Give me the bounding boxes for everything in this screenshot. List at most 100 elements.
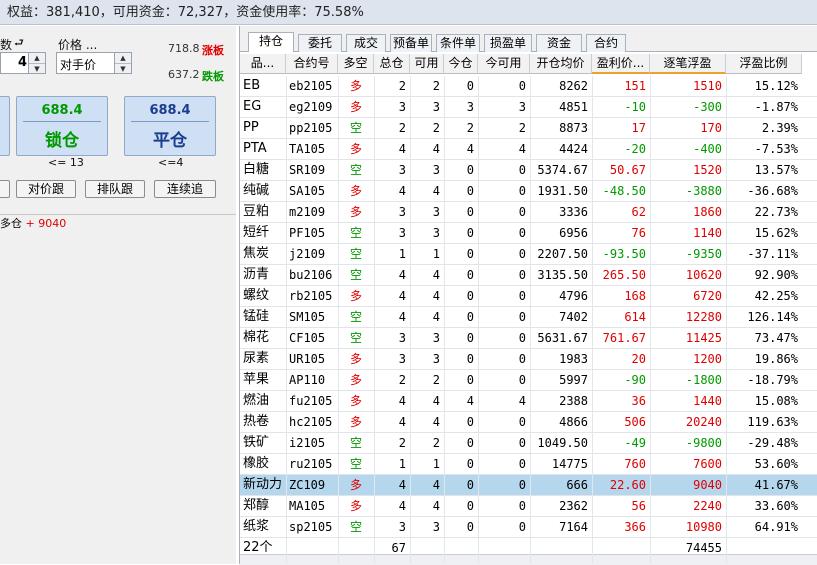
cell-contract: m2109 (289, 205, 326, 219)
table-row[interactable]: 橡胶 ru2105 空 1 1 0 0 14775 760 7600 53.60% (240, 454, 817, 475)
column-header-today[interactable]: 今仓 (444, 54, 478, 74)
table-row[interactable]: 尿素 UR105 多 3 3 0 0 1983 20 1200 19.86% (240, 349, 817, 370)
table-row[interactable]: 沥青 bu2106 空 4 4 0 0 3135.50 265.50 10620 92.90% (240, 265, 817, 286)
cell-dir: 多 (349, 373, 362, 387)
cell-today_avail: 0 (518, 415, 526, 429)
horizontal-scrollbar[interactable] (240, 554, 817, 565)
spin-down-icon[interactable]: ▼ (29, 64, 45, 74)
spin-up-icon[interactable]: ▲ (115, 53, 131, 64)
table-row[interactable]: 热卷 hc2105 多 4 4 0 0 4866 506 20240 119.63% (240, 412, 817, 433)
column-header-avg[interactable]: 开仓均价 (530, 54, 592, 74)
cell-today: 0 (466, 520, 474, 534)
cell-contract: PF105 (289, 226, 326, 240)
column-header-pnl[interactable]: 逐笔浮盈 (650, 54, 726, 74)
column-header-pp[interactable]: 盈利价... (592, 54, 650, 74)
cell-avail: 2 (432, 121, 440, 135)
column-header-today_avail[interactable]: 今可用 (478, 54, 530, 74)
cell-dir: 多 (349, 289, 362, 303)
cell-avail: 1 (432, 247, 440, 261)
table-row[interactable]: 纯碱 SA105 多 4 4 0 0 1931.50 -48.50 -3880 -36.68% (240, 181, 817, 202)
table-row[interactable]: 白糖 SR109 空 3 3 0 0 5374.67 50.67 1520 13.57% (240, 160, 817, 181)
table-row[interactable]: 郑醇 MA105 多 4 4 0 0 2362 56 2240 33.60% (240, 496, 817, 517)
quantity-stepper[interactable]: 4 ▲ ▼ (0, 52, 46, 74)
price-type-select[interactable]: 对手价 ▲ ▼ (56, 52, 132, 74)
table-row[interactable]: 棉花 CF105 空 3 3 0 0 5631.67 761.67 11425 73.47% (240, 328, 817, 349)
column-divider (338, 76, 339, 564)
tab-2[interactable]: 成交 (346, 34, 386, 52)
cell-today_avail: 0 (518, 184, 526, 198)
column-header-ratio[interactable]: 浮盈比例 (726, 54, 802, 74)
column-header-avail[interactable]: 可用 (410, 54, 444, 74)
table-row[interactable]: 锰硅 SM105 空 4 4 0 0 7402 614 12280 126.14% (240, 307, 817, 328)
cell-name: 尿素 (243, 351, 270, 366)
return-icon[interactable]: ⮐ (14, 34, 24, 53)
cell-avail: 4 (432, 478, 440, 492)
column-header-dir[interactable]: 多空 (338, 54, 374, 74)
table-row[interactable]: PTA TA105 多 4 4 4 4 4424 -20 -400 -7.53% (240, 139, 817, 160)
table-row[interactable]: 新动力 ZC109 多 4 4 0 0 666 22.60 9040 41.67% (240, 475, 817, 496)
cell-pnl: -9350 (685, 247, 722, 261)
tab-7[interactable]: 合约 (586, 34, 626, 52)
table-row[interactable]: 纸浆 sp2105 空 3 3 0 0 7164 366 10980 64.91% (240, 517, 817, 538)
table-row[interactable]: EG eg2109 多 3 3 3 3 4851 -10 -300 -1.87% (240, 97, 817, 118)
cell-avail: 3 (432, 100, 440, 114)
cell-dir: 多 (349, 184, 362, 198)
cell-ratio: 41.67% (754, 478, 798, 492)
cell-contract: UR105 (289, 352, 326, 366)
counter-price-follow-button[interactable]: 对价跟 (16, 180, 76, 198)
close-position-button[interactable]: 688.4 平仓 (124, 96, 216, 156)
column-header-total[interactable]: 总仓 (374, 54, 410, 74)
cell-avg: 8262 (559, 79, 588, 93)
tab-3[interactable]: 预备单 (390, 34, 432, 52)
cell-contract: i2105 (289, 436, 326, 450)
cell-pp: 62 (631, 205, 646, 219)
tab-4[interactable]: 条件单 (436, 34, 480, 52)
cell-dir: 多 (349, 79, 362, 93)
cell-pnl: 7600 (693, 457, 722, 471)
tab-6[interactable]: 资金 (536, 34, 582, 52)
table-row[interactable]: 短纤 PF105 空 3 3 0 0 6956 76 1140 15.62% (240, 223, 817, 244)
cell-total: 1 (398, 247, 406, 261)
cell-contract: fu2105 (289, 394, 333, 408)
table-row[interactable]: 燃油 fu2105 多 4 4 4 4 2388 36 1440 15.08% (240, 391, 817, 412)
cell-pnl: -400 (693, 142, 722, 156)
spin-down-icon[interactable]: ▼ (115, 64, 131, 74)
cell-total: 4 (398, 478, 406, 492)
price-type-value: 对手价 (60, 58, 97, 72)
cell-dir: 多 (349, 478, 362, 492)
cell-pnl: 10620 (685, 268, 722, 282)
column-divider (530, 76, 531, 564)
lock-position-button[interactable]: 688.4 锁仓 (16, 96, 108, 156)
continuous-chase-button[interactable]: 连续追 (154, 180, 216, 198)
table-row[interactable]: 螺纹 rb2105 多 4 4 0 0 4796 168 6720 42.25% (240, 286, 817, 307)
spin-up-icon[interactable]: ▲ (29, 53, 45, 64)
table-row[interactable]: 苹果 AP110 多 2 2 0 0 5997 -90 -1800 -18.79% (240, 370, 817, 391)
cell-total: 3 (398, 520, 406, 534)
partial-button[interactable] (0, 180, 10, 198)
table-row[interactable]: 铁矿 i2105 空 2 2 0 0 1049.50 -49 -9800 -29.48% (240, 433, 817, 454)
table-row[interactable]: 豆粕 m2109 多 3 3 0 0 3336 62 1860 22.73% (240, 202, 817, 223)
cell-avg: 4851 (559, 100, 588, 114)
column-header-contract[interactable]: 合约号 (286, 54, 338, 74)
cell-pp: 760 (624, 457, 646, 471)
column-header-name[interactable]: 品... (240, 54, 286, 74)
close-price: 688.4 (149, 103, 191, 118)
cell-today_avail: 0 (518, 268, 526, 282)
position-label: 多仓 (0, 217, 22, 230)
cell-pp: 761.67 (602, 331, 646, 345)
price-spin[interactable]: ▲ ▼ (114, 53, 131, 73)
cell-avg: 4424 (559, 142, 588, 156)
price-label[interactable]: 价格 ... (58, 36, 97, 53)
table-row[interactable]: PP pp2105 空 2 2 2 2 8873 17 170 2.39% (240, 118, 817, 139)
open-button-partial[interactable] (0, 96, 10, 156)
tab-0[interactable]: 持仓 (248, 32, 294, 52)
cell-avg: 4866 (559, 415, 588, 429)
tab-1[interactable]: 委托 (298, 34, 342, 52)
tab-5[interactable]: 损盈单 (484, 34, 532, 52)
cell-total: 4 (398, 184, 406, 198)
cell-contract: SA105 (289, 184, 326, 198)
quantity-spin[interactable]: ▲ ▼ (28, 53, 45, 73)
queue-follow-button[interactable]: 排队跟 (85, 180, 145, 198)
table-row[interactable]: EB eb2105 多 2 2 0 0 8262 151 1510 15.12% (240, 76, 817, 97)
table-row[interactable]: 焦炭 j2109 空 1 1 0 0 2207.50 -93.50 -9350 -37.11% (240, 244, 817, 265)
